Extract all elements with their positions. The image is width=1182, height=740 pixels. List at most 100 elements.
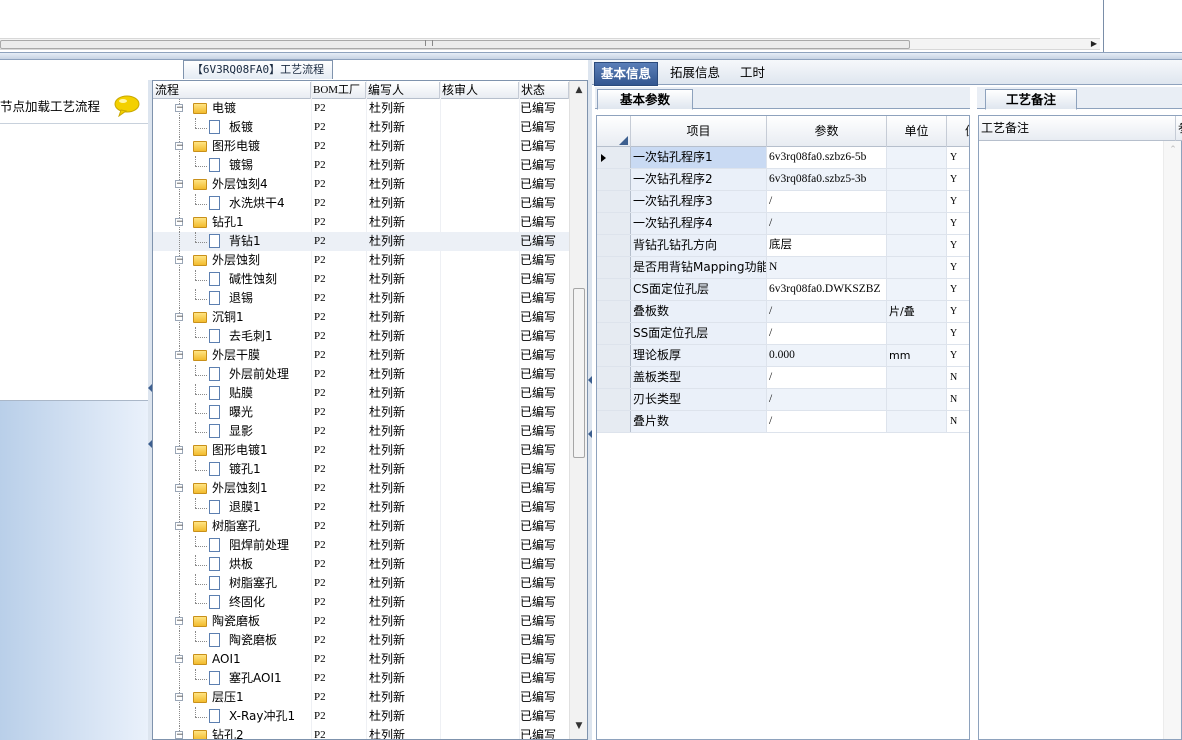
param-row[interactable]: 背钻孔钻孔方向 底层 Y (597, 235, 969, 257)
param-value-cell[interactable]: / (767, 411, 887, 432)
collapse-toggle-icon[interactable]: − (175, 256, 184, 265)
param-value-cell[interactable]: 6v3rq08fa0.szbz5-3b (767, 169, 887, 190)
collapse-toggle-icon[interactable]: − (175, 731, 184, 739)
param-value-cell[interactable]: / (767, 367, 887, 388)
column-header-item[interactable]: 项目 (631, 116, 767, 147)
grid-corner[interactable] (597, 116, 631, 147)
row-selector[interactable] (597, 411, 631, 432)
param-value-cell[interactable]: 0.000 (767, 345, 887, 366)
tab-man-hours[interactable]: 工时 (734, 62, 771, 84)
scroll-down-arrow-icon[interactable]: ▼ (570, 719, 587, 733)
column-header-unit[interactable]: 单位 (887, 116, 947, 147)
tree-node-step[interactable]: 板镀 P2 杜列新 已编写 (153, 118, 569, 137)
speech-bubble-icon[interactable] (114, 95, 140, 118)
tree-node-folder[interactable]: − 树脂塞孔 P2 杜列新 已编写 (153, 517, 569, 536)
param-value-cell[interactable]: 6v3rq08fa0.szbz6-5b (767, 147, 887, 168)
param-value-cell[interactable]: / (767, 323, 887, 344)
tree-node-folder[interactable]: − 外层蚀刻1 P2 杜列新 已编写 (153, 479, 569, 498)
row-selector[interactable] (597, 147, 631, 168)
tree-node-folder[interactable]: − 外层干膜 P2 杜列新 已编写 (153, 346, 569, 365)
param-value-cell[interactable]: / (767, 191, 887, 212)
tree-node-folder[interactable]: − 陶瓷磨板 P2 杜列新 已编写 (153, 612, 569, 631)
param-row[interactable]: CS面定位孔层 6v3rq08fa0.DWKSZBZ Y (597, 279, 969, 301)
tab-basic-params[interactable]: 基本参数 (597, 89, 693, 110)
column-header-writer[interactable]: 编写人 (366, 82, 440, 99)
tree-node-folder[interactable]: − 沉铜1 P2 杜列新 已编写 (153, 308, 569, 327)
param-value-cell[interactable]: / (767, 213, 887, 234)
tree-node-step[interactable]: 烘板 P2 杜列新 已编写 (153, 555, 569, 574)
tree-node-step[interactable]: X-Ray冲孔1 P2 杜列新 已编写 (153, 707, 569, 726)
tree-node-step[interactable]: 碱性蚀刻 P2 杜列新 已编写 (153, 270, 569, 289)
tree-node-step[interactable]: 塞孔AOI1 P2 杜列新 已编写 (153, 669, 569, 688)
tree-node-step[interactable]: 阻焊前处理 P2 杜列新 已编写 (153, 536, 569, 555)
scroll-up-arrow-icon[interactable]: ⌃ (1164, 143, 1182, 157)
collapse-toggle-icon[interactable]: − (175, 484, 184, 493)
tree-node-step[interactable]: 陶瓷磨板 P2 杜列新 已编写 (153, 631, 569, 650)
tree-node-folder[interactable]: − 外层蚀刻4 P2 杜列新 已编写 (153, 175, 569, 194)
tree-node-step[interactable]: 显影 P2 杜列新 已编写 (153, 422, 569, 441)
top-horizontal-scrollbar[interactable]: ▶ (0, 38, 1100, 50)
param-value-cell[interactable]: 底层 (767, 235, 887, 256)
column-header-extra[interactable]: 参 (1178, 116, 1182, 141)
column-header-bom[interactable]: BOM工厂 (311, 82, 366, 99)
column-header-flow[interactable]: 流程 (153, 82, 311, 99)
tab-extended-info[interactable]: 拓展信息 (664, 62, 726, 84)
tree-node-step[interactable]: 退锡 P2 杜列新 已编写 (153, 289, 569, 308)
row-selector[interactable] (597, 235, 631, 256)
row-selector[interactable] (597, 345, 631, 366)
collapse-toggle-icon[interactable]: − (175, 180, 184, 189)
process-flow-tab[interactable]: 【6V3RQ08FA0】工艺流程 (183, 60, 333, 79)
collapse-toggle-icon[interactable]: − (175, 142, 184, 151)
row-selector[interactable] (597, 389, 631, 410)
column-header-param[interactable]: 参数 (767, 116, 887, 147)
tree-node-step[interactable]: 水洗烘干4 P2 杜列新 已编写 (153, 194, 569, 213)
row-selector[interactable] (597, 367, 631, 388)
param-row[interactable]: 一次钻孔程序1 6v3rq08fa0.szbz6-5b Y (597, 147, 969, 169)
tree-node-step[interactable]: 外层前处理 P2 杜列新 已编写 (153, 365, 569, 384)
tree-node-folder[interactable]: − 钻孔2 P2 杜列新 已编写 (153, 726, 569, 739)
param-row[interactable]: 刃长类型 / N (597, 389, 969, 411)
tree-node-folder[interactable]: − 图形电镀1 P2 杜列新 已编写 (153, 441, 569, 460)
column-header-reviewer[interactable]: 核审人 (440, 82, 519, 99)
collapse-toggle-icon[interactable]: − (175, 218, 184, 227)
tree-node-folder[interactable]: − 电镀 P2 杜列新 已编写 (153, 99, 569, 118)
collapse-toggle-icon[interactable]: − (175, 313, 184, 322)
row-selector[interactable] (597, 191, 631, 212)
column-header-value[interactable]: 值 (947, 116, 969, 147)
row-selector[interactable] (597, 301, 631, 322)
tree-vertical-scrollbar[interactable]: ▲ ▼ (569, 81, 587, 739)
collapse-toggle-icon[interactable]: − (175, 655, 184, 664)
param-row[interactable]: 是否用背钻Mapping功能 N Y (597, 257, 969, 279)
row-selector[interactable] (597, 279, 631, 300)
param-row[interactable]: 一次钻孔程序3/ Y (597, 191, 969, 213)
column-header-remark[interactable]: 工艺备注 (981, 116, 1029, 141)
collapse-toggle-icon[interactable]: − (175, 351, 184, 360)
tree-node-step[interactable]: 曝光 P2 杜列新 已编写 (153, 403, 569, 422)
row-selector[interactable] (597, 323, 631, 344)
column-header-status[interactable]: 状态 (519, 82, 569, 99)
tree-node-step[interactable]: 背钻1 P2 杜列新 已编写 (153, 232, 569, 251)
remark-vertical-scrollbar[interactable]: ⌃ (1163, 141, 1181, 739)
tree-node-step[interactable]: 贴膜 P2 杜列新 已编写 (153, 384, 569, 403)
tree-node-step[interactable]: 终固化 P2 杜列新 已编写 (153, 593, 569, 612)
param-row[interactable]: 理论板厚 0.000 mm Y (597, 345, 969, 367)
collapse-toggle-icon[interactable]: − (175, 446, 184, 455)
scroll-up-arrow-icon[interactable]: ▲ (570, 83, 587, 97)
row-selector[interactable] (597, 169, 631, 190)
scrollbar-thumb[interactable] (573, 288, 585, 458)
param-row[interactable]: 一次钻孔程序4/ Y (597, 213, 969, 235)
param-value-cell[interactable]: 6v3rq08fa0.DWKSZBZ (767, 279, 887, 300)
param-row[interactable]: SS面定位孔层 / Y (597, 323, 969, 345)
scroll-right-arrow-icon[interactable]: ▶ (1088, 39, 1100, 49)
param-row[interactable]: 叠板数 / 片/叠 Y (597, 301, 969, 323)
tree-node-step[interactable]: 镀孔1 P2 杜列新 已编写 (153, 460, 569, 479)
scrollbar-thumb[interactable] (0, 40, 910, 49)
param-row[interactable]: 叠片数 / N (597, 411, 969, 433)
horizontal-splitter[interactable] (0, 52, 1182, 60)
tree-node-folder[interactable]: − AOI1 P2 杜列新 已编写 (153, 650, 569, 669)
tree-node-step[interactable]: 树脂塞孔 P2 杜列新 已编写 (153, 574, 569, 593)
param-value-cell[interactable]: N (767, 257, 887, 278)
tree-node-folder[interactable]: − 层压1 P2 杜列新 已编写 (153, 688, 569, 707)
tree-node-step[interactable]: 退膜1 P2 杜列新 已编写 (153, 498, 569, 517)
param-value-cell[interactable]: / (767, 301, 887, 322)
